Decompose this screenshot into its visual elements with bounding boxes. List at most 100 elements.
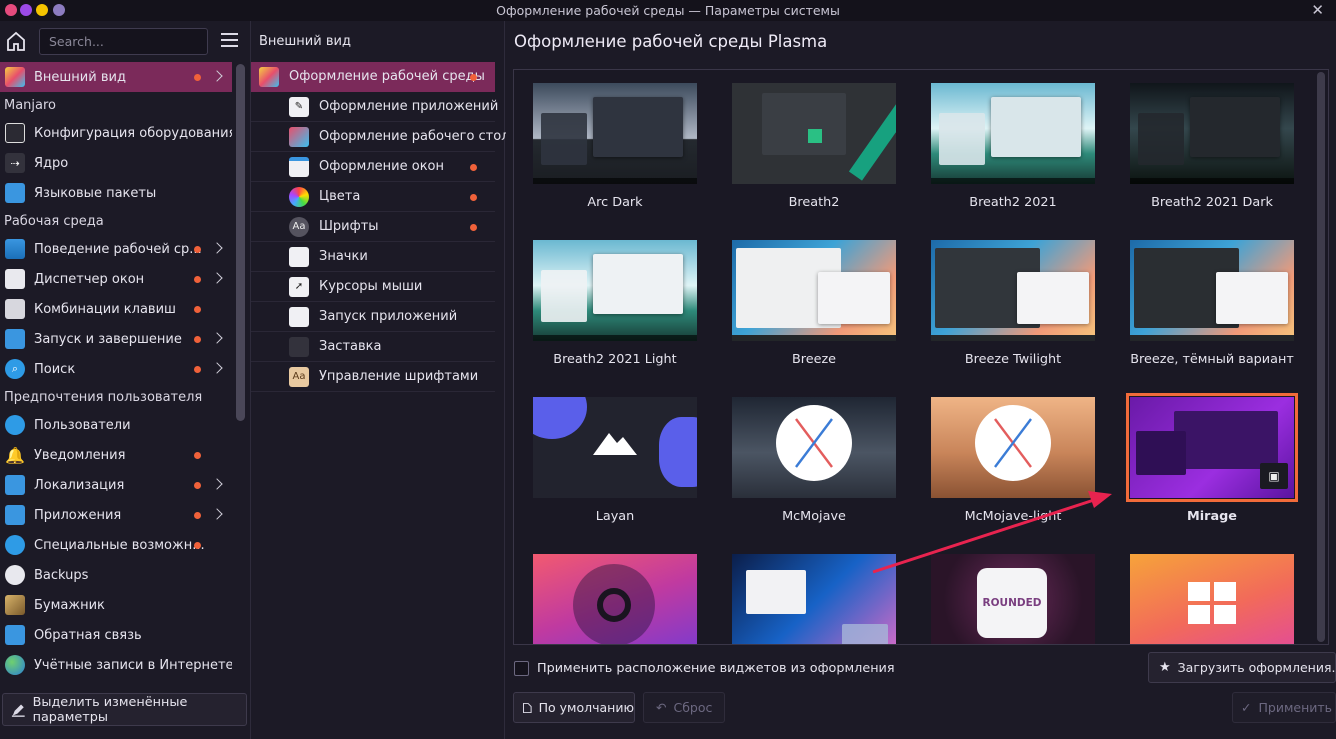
- hardware-icon: [5, 123, 25, 143]
- hamburger-menu-icon[interactable]: [221, 33, 238, 47]
- sidebar-item[interactable]: Backups: [0, 560, 232, 590]
- apply-button[interactable]: ✓ Применить: [1232, 692, 1336, 723]
- sidebar-item[interactable]: Поведение рабочей ср...: [0, 234, 232, 264]
- load-themes-button[interactable]: ★ Загрузить оформления...: [1148, 652, 1336, 683]
- theme-name: Breath2: [788, 195, 840, 210]
- sidebar-item-label: Языковые пакеты: [34, 185, 157, 201]
- document-icon: [523, 702, 532, 713]
- subcategory-item[interactable]: Заставка: [251, 332, 495, 362]
- subcategory-label: Оформление рабочего стола: [319, 129, 518, 144]
- sidebar-item-label: Локализация: [34, 477, 125, 493]
- sidebar-item[interactable]: Диспетчер окон: [0, 264, 232, 294]
- theme-preview[interactable]: [533, 83, 697, 184]
- subcategory-list: Оформление рабочей среды ✎ Оформление прил…: [251, 62, 517, 392]
- subcategory-item[interactable]: Оформление рабочей среды: [251, 62, 495, 92]
- home-icon[interactable]: [4, 29, 28, 53]
- subcategory-header: Внешний вид: [259, 34, 351, 49]
- theme-name: Breeze: [791, 352, 837, 367]
- theme-preview[interactable]: ROUNDED: [931, 554, 1095, 644]
- sidebar-item[interactable]: Приложения: [0, 500, 232, 530]
- bell-icon: 🔔: [5, 445, 25, 465]
- sidebar-item[interactable]: Учётные записи в Интернете: [0, 650, 232, 680]
- sidebar-item[interactable]: Специальные возможн...: [0, 530, 232, 560]
- subcategory-item[interactable]: Aa Управление шрифтами: [251, 362, 495, 392]
- apply-label: Применить: [1258, 700, 1333, 715]
- sidebar-item[interactable]: Внешний вид: [0, 62, 232, 92]
- sidebar-item[interactable]: ⇢ Ядро: [0, 148, 232, 178]
- defaults-button[interactable]: По умолчанию: [513, 692, 635, 723]
- theme-grid-scrollbar[interactable]: [1317, 72, 1325, 642]
- theme-name: Breeze Twilight: [964, 352, 1062, 367]
- theme-preview[interactable]: [1130, 554, 1294, 644]
- chevron-right-icon: [213, 271, 222, 285]
- pen-icon: [11, 704, 25, 717]
- window-manager-icon: [5, 269, 25, 289]
- window-decorations-icon: [289, 156, 309, 177]
- search-icon: ⌕: [5, 359, 25, 379]
- search-input[interactable]: [39, 28, 208, 55]
- theme-preview[interactable]: [931, 83, 1095, 184]
- theme-name: Breath2 2021 Dark: [1151, 195, 1273, 210]
- sidebar-item[interactable]: Запуск и завершение: [0, 324, 232, 354]
- subcategory-panel: Внешний вид Оформление рабочей среды ✎ Офо…: [251, 21, 517, 739]
- page-title: Оформление рабочей среды Plasma: [514, 32, 828, 51]
- global-theme-icon: [259, 66, 279, 87]
- theme-preview[interactable]: [732, 397, 896, 498]
- subcategory-label: Заставка: [319, 339, 382, 354]
- theme-preview[interactable]: [1130, 240, 1294, 341]
- subcategory-label: Курсоры мыши: [319, 279, 423, 294]
- highlight-changed-button[interactable]: Выделить изменённые параметры: [2, 693, 247, 726]
- subcategory-item[interactable]: Запуск приложений: [251, 302, 495, 332]
- chevron-right-icon: [213, 69, 222, 83]
- subcategory-item[interactable]: Цвета: [251, 182, 495, 212]
- colors-icon: [289, 186, 309, 207]
- sidebar-item[interactable]: 🔔 Уведомления: [0, 440, 232, 470]
- subcategory-item[interactable]: Значки: [251, 242, 495, 272]
- sidebar-item[interactable]: Локализация: [0, 470, 232, 500]
- theme-preview[interactable]: [732, 554, 896, 644]
- sidebar-item[interactable]: ⌕ Поиск: [0, 354, 232, 384]
- sidebar-item-label: Поведение рабочей ср...: [34, 241, 202, 257]
- subcategory-label: Значки: [319, 249, 368, 264]
- sidebar-item[interactable]: Комбинации клавиш: [0, 294, 232, 324]
- sidebar-item-label: Запуск и завершение: [34, 331, 182, 347]
- feedback-icon: [5, 625, 25, 645]
- sidebar-category: Manjaro: [4, 97, 57, 113]
- subcategory-item[interactable]: Оформление рабочего стола: [251, 122, 517, 152]
- widget-layout-checkbox[interactable]: [514, 661, 529, 676]
- theme-preview[interactable]: [533, 240, 697, 341]
- reset-label: Сброс: [673, 700, 713, 715]
- sidebar-item-label: Учётные записи в Интернете: [34, 657, 232, 673]
- theme-preview[interactable]: [931, 397, 1095, 498]
- reset-button[interactable]: ↶ Сброс: [643, 692, 725, 723]
- icons-icon: [289, 246, 309, 267]
- theme-preview[interactable]: [533, 397, 697, 498]
- subcategory-item[interactable]: ✎ Оформление приложений: [251, 92, 498, 122]
- sidebar-item[interactable]: Бумажник: [0, 590, 232, 620]
- subcategory-label: Запуск приложений: [319, 309, 458, 324]
- sidebar-item[interactable]: Конфигурация оборудования: [0, 118, 232, 148]
- sidebar-item[interactable]: Обратная связь: [0, 620, 232, 650]
- defaults-label: По умолчанию: [538, 700, 634, 715]
- theme-preview[interactable]: [533, 554, 697, 644]
- sidebar-scrollbar[interactable]: [236, 64, 245, 421]
- theme-preview[interactable]: [732, 240, 896, 341]
- theme-preview[interactable]: [931, 240, 1095, 341]
- sidebar-list: Внешний вид Manjaro Конфигурация оборудова…: [0, 62, 232, 680]
- app-style-icon: ✎: [289, 96, 309, 117]
- theme-preview[interactable]: [1130, 83, 1294, 184]
- changed-indicator-dot: [194, 366, 201, 373]
- subcategory-item[interactable]: Aa Шрифты: [251, 212, 495, 242]
- chevron-right-icon: [213, 241, 222, 255]
- theme-preview[interactable]: [732, 83, 896, 184]
- subcategory-item[interactable]: Оформление окон: [251, 152, 495, 182]
- subcategory-item[interactable]: ➚ Курсоры мыши: [251, 272, 495, 302]
- sidebar-item[interactable]: Языковые пакеты: [0, 178, 232, 208]
- image-preview-icon[interactable]: ▣: [1260, 463, 1288, 489]
- sidebar-item-label: Приложения: [34, 507, 122, 523]
- close-icon[interactable]: ✕: [1311, 1, 1324, 19]
- cursors-icon: ➚: [289, 276, 309, 297]
- theme-preview[interactable]: ▣: [1126, 393, 1298, 502]
- sidebar-item-label: Диспетчер окон: [34, 271, 145, 287]
- sidebar-item[interactable]: Пользователи: [0, 410, 232, 440]
